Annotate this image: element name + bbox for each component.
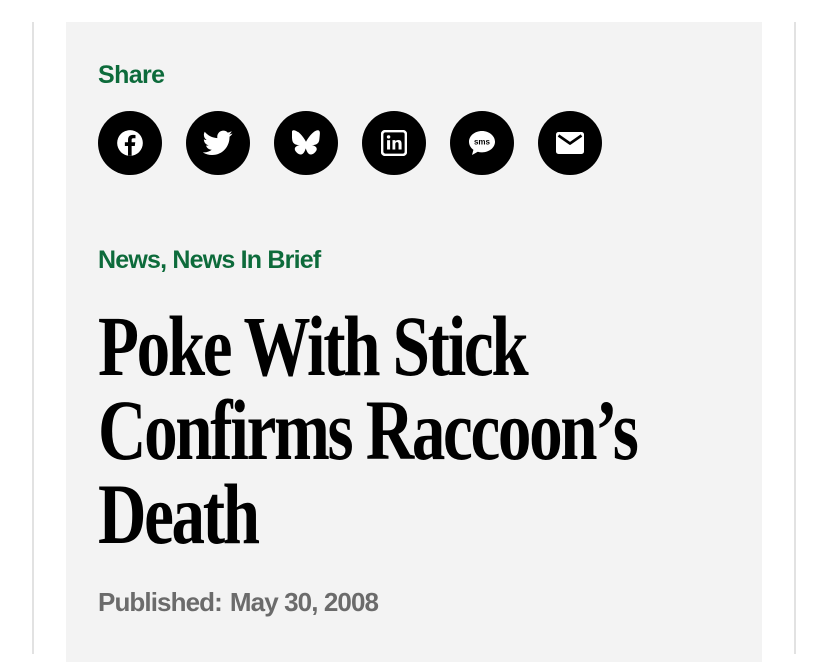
twitter-icon	[203, 130, 233, 155]
article-categories: News, News In Brief	[98, 245, 321, 275]
share-linkedin-button[interactable]	[362, 111, 426, 175]
share-sms-button[interactable]: sms	[450, 111, 514, 175]
email-icon	[556, 132, 584, 154]
article-published: Published: May 30, 2008	[98, 586, 379, 618]
share-email-button[interactable]	[538, 111, 602, 175]
article-card: Share sms News, News In Brief Poke With …	[66, 22, 762, 662]
facebook-icon	[117, 130, 143, 156]
share-heading: Share	[98, 61, 165, 89]
share-facebook-button[interactable]	[98, 111, 162, 175]
share-bluesky-button[interactable]	[274, 111, 338, 175]
article-title: Poke With Stick Confirms Raccoon’s Death	[98, 298, 639, 562]
published-date: May 30, 2008	[229, 587, 379, 617]
category-link-news[interactable]: News	[98, 246, 161, 274]
sms-icon-text: sms	[474, 138, 491, 147]
share-twitter-button[interactable]	[186, 111, 250, 175]
bluesky-icon	[292, 130, 320, 155]
published-label: Published:	[98, 587, 223, 617]
left-border	[32, 22, 34, 654]
right-border	[794, 22, 796, 654]
sms-icon: sms	[469, 131, 495, 155]
share-buttons: sms	[98, 111, 602, 175]
category-separator: ,	[160, 246, 173, 274]
linkedin-icon	[381, 130, 407, 156]
category-link-news-in-brief[interactable]: News In Brief	[172, 246, 321, 274]
